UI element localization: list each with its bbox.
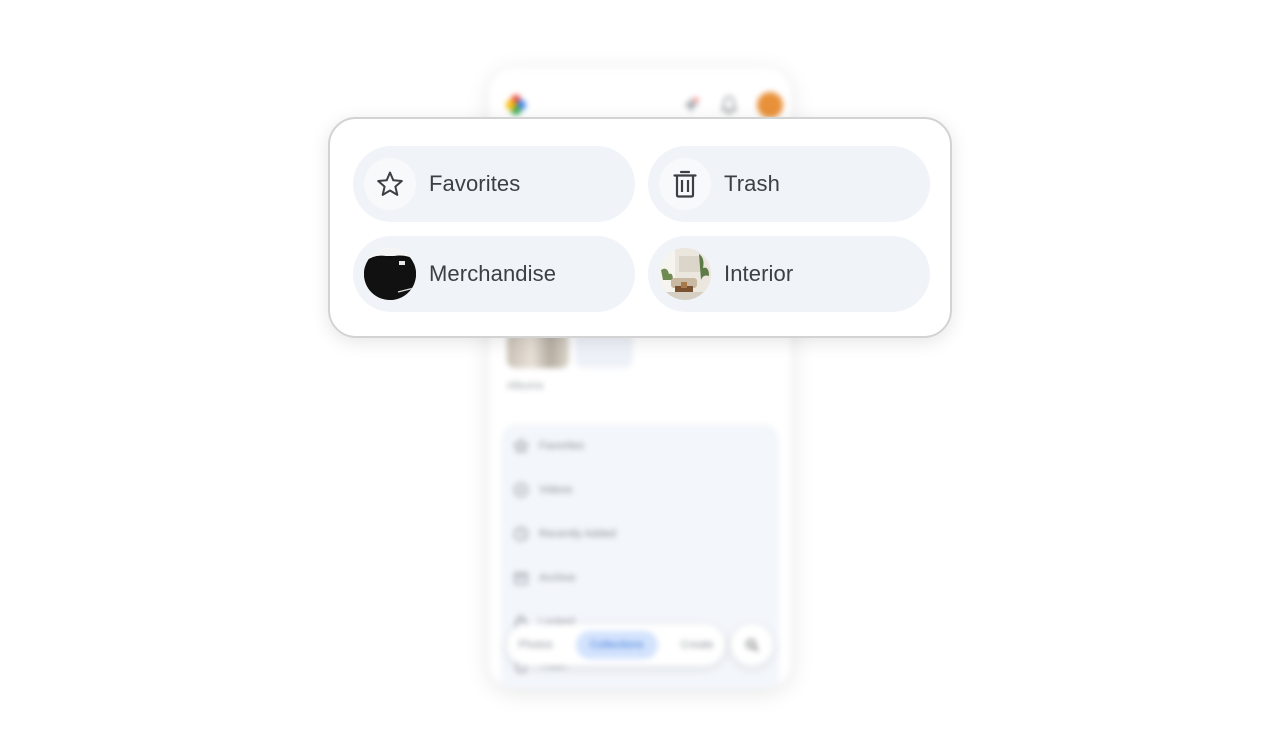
merchandise-thumbnail [364,248,416,300]
search-button[interactable] [731,624,773,666]
interior-label: Interior [724,261,794,286]
avatar[interactable] [757,92,783,118]
list-item[interactable]: Videos [513,480,572,500]
favorites-button[interactable]: Favorites [353,146,635,222]
sparkle-icon[interactable] [682,96,700,114]
nav-collections[interactable]: Collections [575,631,658,659]
merchandise-label: Merchandise [429,261,557,286]
nav-create[interactable]: Create [680,639,713,651]
clock-icon [513,526,529,542]
trash-button[interactable]: Trash [648,146,930,222]
list-item-label: Videos [539,484,573,496]
search-icon [746,639,759,652]
merchandise-album-button[interactable]: Merchandise [353,236,635,312]
trash-label: Trash [724,171,780,196]
stage: Albums Favorites Videos Recently Added A… [0,0,1280,754]
list-item[interactable]: Recently Added [513,524,616,544]
interior-thumbnail [659,248,711,300]
list-item-label: Favorites [539,440,585,452]
favorites-label: Favorites [429,171,521,196]
trash-icon-container [659,158,711,210]
favorites-icon-container [364,158,416,210]
list-item[interactable]: Archive [513,568,576,588]
bottom-nav: Photos Collections Create [507,624,725,666]
black-shirt-thumbnail-icon [364,248,416,300]
bell-icon[interactable] [721,96,737,114]
play-circle-icon [513,482,529,498]
list-item[interactable]: Favorites [513,436,584,456]
trash-icon [673,170,697,198]
list-item-label: Recently Added [539,528,617,540]
list-item-label: Archive [539,572,576,584]
google-photos-logo [506,95,526,115]
interior-album-button[interactable]: Interior [648,236,930,312]
star-icon [513,438,529,454]
living-room-thumbnail-icon [659,248,711,300]
nav-photos[interactable]: Photos [518,639,552,651]
collections-popup-card: Favorites Trash Merchandise Interior [328,117,952,338]
albums-label: Albums [507,380,544,392]
archive-icon [514,572,528,585]
star-icon [377,171,403,196]
